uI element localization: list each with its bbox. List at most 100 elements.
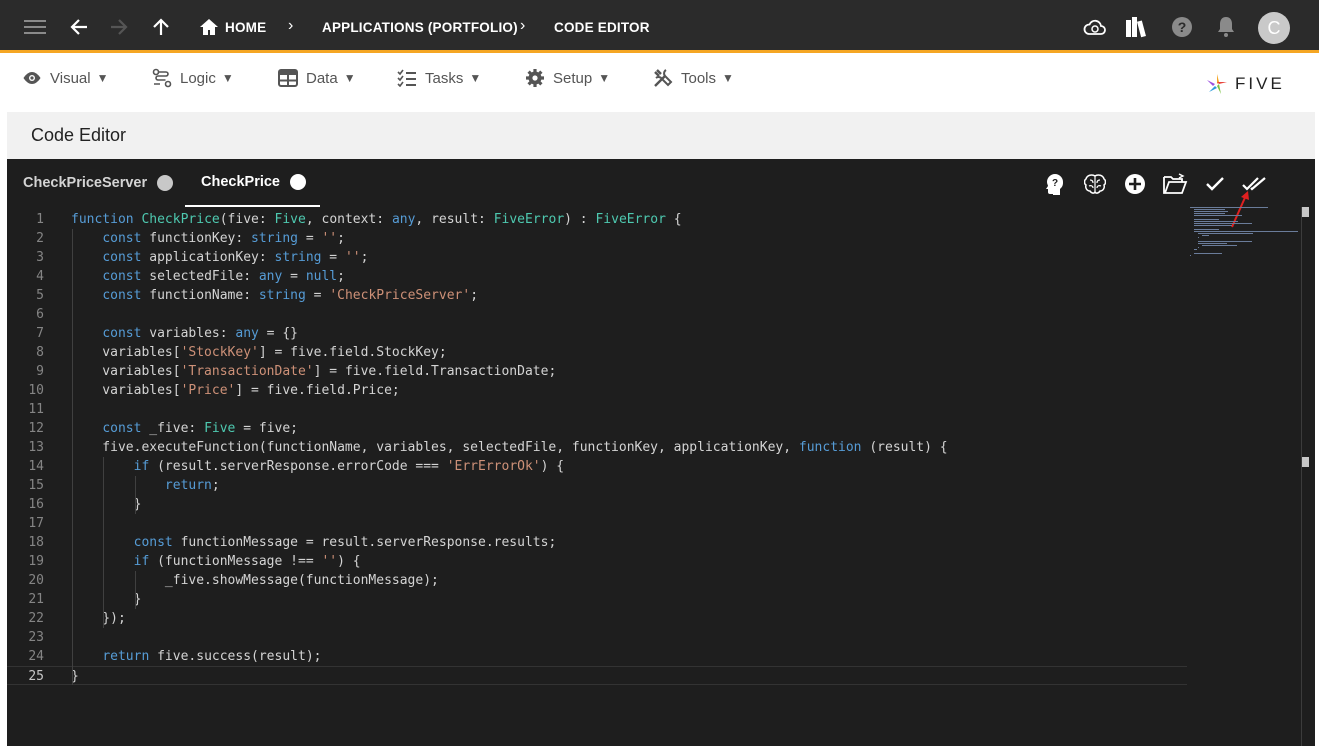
code-area[interactable]: 1 function CheckPrice(five: Five, context… bbox=[7, 207, 1187, 746]
tab-checkprice[interactable]: CheckPrice bbox=[185, 159, 320, 207]
minimap-line bbox=[1190, 255, 1191, 256]
code-line[interactable]: 9 variables['TransactionDate'] = five.fi… bbox=[7, 362, 1187, 381]
library-books-icon[interactable] bbox=[1124, 14, 1150, 40]
breadcrumb-applications[interactable]: APPLICATIONS (PORTFOLIO) bbox=[322, 20, 518, 35]
minimap-line bbox=[1194, 229, 1219, 230]
line-number: 21 bbox=[28, 592, 44, 607]
line-number: 7 bbox=[36, 326, 44, 341]
code-line[interactable]: 8 variables['StockKey'] = five.field.Sto… bbox=[7, 343, 1187, 362]
menu-tasks[interactable]: Tasks ▼ bbox=[397, 63, 481, 93]
help-head-icon[interactable]: ? bbox=[1042, 171, 1068, 197]
minimap-line bbox=[1194, 219, 1219, 220]
indent-guide bbox=[72, 229, 73, 685]
code-line[interactable]: 12 const _five: Five = five; bbox=[7, 419, 1187, 438]
help-icon[interactable]: ? bbox=[1169, 14, 1195, 40]
caret-down-icon: ▼ bbox=[96, 71, 109, 85]
five-logo-icon bbox=[1207, 74, 1227, 94]
menu-logic[interactable]: Logic ▼ bbox=[152, 63, 234, 93]
line-number: 5 bbox=[36, 288, 44, 303]
line-number: 16 bbox=[28, 497, 44, 512]
tab-label: CheckPriceServer bbox=[23, 175, 148, 191]
code-text: variables['Price'] = five.field.Price; bbox=[71, 383, 400, 398]
code-line[interactable]: 15 return; bbox=[7, 476, 1187, 495]
up-arrow-icon[interactable] bbox=[148, 14, 174, 40]
breadcrumb-home[interactable]: HOME bbox=[225, 20, 266, 35]
line-number: 11 bbox=[28, 402, 44, 417]
line-number: 12 bbox=[28, 421, 44, 436]
eye-icon bbox=[23, 72, 41, 84]
line-number: 8 bbox=[36, 345, 44, 360]
forward-arrow-icon[interactable] bbox=[106, 14, 132, 40]
breadcrumb-separator: › bbox=[520, 17, 526, 34]
editor-tab-bar: CheckPriceServer CheckPrice ? bbox=[7, 159, 1315, 228]
code-text: const variables: any = {} bbox=[102, 326, 298, 341]
menu-tasks-label: Tasks bbox=[425, 69, 464, 87]
line-number: 10 bbox=[28, 383, 44, 398]
code-line[interactable]: 24 return five.success(result); bbox=[7, 647, 1187, 666]
code-line[interactable]: 11 bbox=[7, 400, 1187, 419]
code-line[interactable]: 13 five.executeFunction(functionName, va… bbox=[7, 438, 1187, 457]
code-line[interactable]: 16 } bbox=[7, 495, 1187, 514]
add-circle-icon[interactable] bbox=[1122, 171, 1148, 197]
code-line[interactable]: 6 bbox=[7, 305, 1187, 324]
code-line[interactable]: 14 if (result.serverResponse.errorCode =… bbox=[7, 457, 1187, 476]
code-line[interactable]: 2 const functionKey: string = ''; bbox=[7, 229, 1187, 248]
open-folder-icon[interactable] bbox=[1162, 171, 1188, 197]
code-text: return five.success(result); bbox=[102, 649, 322, 664]
code-editor-panel: CheckPriceServer CheckPrice ? 1function bbox=[7, 159, 1315, 746]
code-line[interactable]: 21 } bbox=[7, 590, 1187, 609]
menu-setup[interactable]: Setup ▼ bbox=[525, 63, 610, 93]
code-line[interactable]: 25} bbox=[7, 666, 1187, 685]
tools-icon bbox=[654, 69, 673, 87]
user-avatar[interactable]: C bbox=[1258, 12, 1290, 44]
code-text: return; bbox=[164, 478, 220, 493]
code-line[interactable]: 18 const functionMessage = result.server… bbox=[7, 533, 1187, 552]
code-text: if (functionMessage !== '') { bbox=[133, 554, 361, 569]
save-check-icon[interactable] bbox=[1202, 171, 1228, 197]
code-text: _five.showMessage(functionMessage); bbox=[71, 573, 439, 588]
menu-setup-label: Setup bbox=[553, 69, 593, 87]
code-line[interactable]: 5 const functionName: string = 'CheckPri… bbox=[7, 286, 1187, 305]
line-number: 19 bbox=[28, 554, 44, 569]
code-text: variables['TransactionDate'] = five.fiel… bbox=[71, 364, 557, 379]
breadcrumb-separator: › bbox=[288, 17, 294, 34]
indent-guide bbox=[134, 476, 136, 514]
code-line[interactable]: 22 }); bbox=[7, 609, 1187, 628]
notifications-bell-icon[interactable] bbox=[1213, 14, 1239, 40]
checklist-icon bbox=[397, 69, 416, 87]
code-line[interactable]: 17 bbox=[7, 514, 1187, 533]
code-text: if (result.serverResponse.errorCode === … bbox=[133, 459, 565, 474]
line-number: 17 bbox=[28, 516, 44, 531]
line-number: 18 bbox=[28, 535, 44, 550]
table-icon bbox=[278, 69, 298, 87]
code-line[interactable]: 7 const variables: any = {} bbox=[7, 324, 1187, 343]
minimap-line bbox=[1194, 209, 1225, 210]
logic-icon bbox=[152, 68, 172, 88]
tab-checkpriceserver[interactable]: CheckPriceServer bbox=[23, 159, 183, 207]
code-line[interactable]: 23 bbox=[7, 628, 1187, 647]
back-arrow-icon[interactable] bbox=[66, 14, 92, 40]
home-icon[interactable] bbox=[196, 14, 222, 40]
hamburger-menu-icon[interactable] bbox=[22, 14, 48, 40]
five-logo-text: FIVE bbox=[1235, 74, 1285, 93]
minimap-line bbox=[1194, 231, 1298, 232]
code-line[interactable]: 4 const selectedFile: any = null; bbox=[7, 267, 1187, 286]
indent-guide bbox=[103, 457, 105, 628]
caret-down-icon: ▼ bbox=[221, 71, 234, 85]
cloud-sync-icon[interactable] bbox=[1082, 14, 1108, 40]
code-line[interactable]: 20 _five.showMessage(functionMessage); bbox=[7, 571, 1187, 590]
code-line[interactable]: 19 if (functionMessage !== '') { bbox=[7, 552, 1187, 571]
minimap-line bbox=[1194, 215, 1242, 216]
code-minimap[interactable] bbox=[1187, 207, 1302, 267]
menu-data[interactable]: Data ▼ bbox=[278, 63, 356, 93]
menu-tools[interactable]: Tools ▼ bbox=[653, 63, 734, 93]
code-line[interactable]: 10 variables['Price'] = five.field.Price… bbox=[7, 381, 1187, 400]
vertical-scrollbar-thumb[interactable] bbox=[1302, 207, 1309, 217]
code-line[interactable]: 1 function CheckPrice(five: Five, context… bbox=[7, 210, 1187, 229]
minimap-line bbox=[1194, 211, 1228, 212]
menu-visual[interactable]: Visual ▼ bbox=[22, 63, 108, 93]
line-number: 22 bbox=[28, 611, 44, 626]
vertical-scrollbar-track[interactable] bbox=[1301, 207, 1302, 746]
brain-icon[interactable] bbox=[1082, 171, 1108, 197]
code-line[interactable]: 3 const applicationKey: string = ''; bbox=[7, 248, 1187, 267]
